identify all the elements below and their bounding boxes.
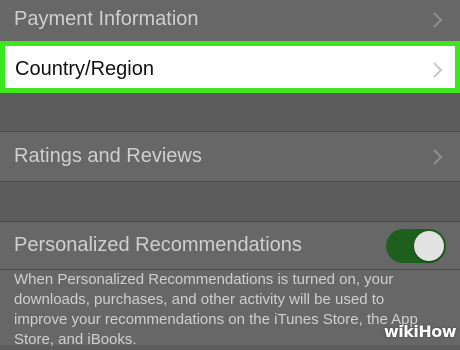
toggle-knob [414, 231, 444, 261]
country-region-label: Country/Region [15, 58, 154, 80]
chevron-right-icon [433, 62, 443, 78]
personalized-recommendations-toggle[interactable] [386, 229, 446, 263]
personalized-recommendations-description: When Personalized Recommendations is tur… [14, 271, 418, 348]
payment-information-label: Payment Information [14, 8, 199, 30]
payment-information-row[interactable]: Payment Information [0, 0, 460, 41]
personalized-recommendations-label: Personalized Recommendations [14, 234, 302, 256]
watermark-wiki: wiki [383, 322, 419, 341]
ratings-and-reviews-row[interactable]: Ratings and Reviews [0, 132, 460, 181]
chevron-right-icon [433, 149, 443, 165]
chevron-right-icon [433, 12, 443, 28]
ratings-and-reviews-label: Ratings and Reviews [14, 145, 202, 167]
watermark-how: How [418, 322, 456, 341]
wikihow-watermark: wikiHow [383, 322, 457, 341]
separator [0, 181, 460, 182]
country-region-row[interactable]: Country/Region [0, 41, 460, 93]
